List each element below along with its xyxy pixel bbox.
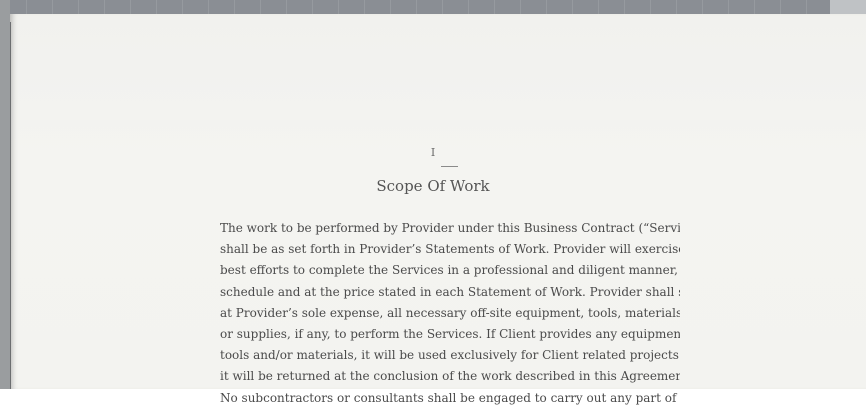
paragraph-line: at Provider’s sole expense, all necessar…	[220, 305, 680, 320]
paragraph-line: The work to be performed by Provider und…	[220, 221, 680, 235]
chapter-divider	[441, 166, 458, 167]
paragraph-line: schedule and at the price stated in each…	[220, 284, 680, 299]
page-left-edge	[10, 22, 11, 389]
paragraph-line: best efforts to complete the Services in…	[220, 263, 680, 278]
top-background-band	[0, 0, 866, 14]
chapter-number: I	[430, 146, 436, 159]
top-right-background	[830, 0, 866, 14]
paragraph-line: shall be as set forth in Provider’s Stat…	[220, 242, 680, 257]
paragraph-line: tools and/or materials, it will be used …	[220, 348, 680, 363]
paragraph-line: it will be returned at the conclusion of…	[220, 369, 680, 384]
section-title: Scope Of Work	[376, 177, 490, 195]
body-paragraph: The work to be performed by Provider und…	[220, 218, 680, 409]
paragraph-line: No subcontractors or consultants shall b…	[220, 390, 680, 405]
paragraph-line: or supplies, if any, to perform the Serv…	[220, 326, 680, 341]
